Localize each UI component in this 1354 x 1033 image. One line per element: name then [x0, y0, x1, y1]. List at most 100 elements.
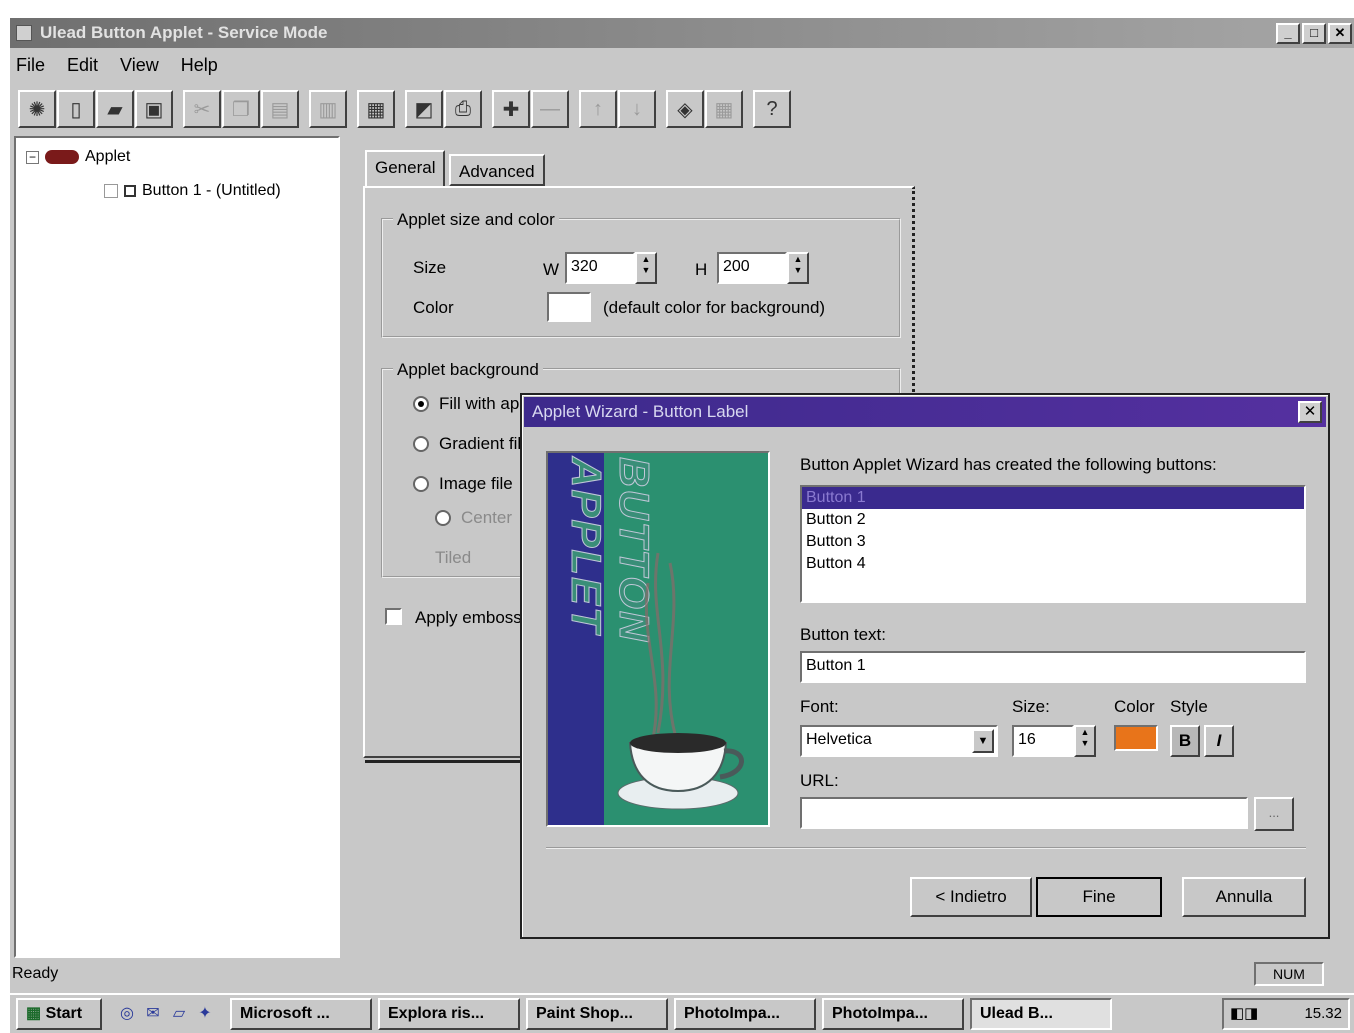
width-input[interactable]: 320 [565, 252, 635, 284]
font-select[interactable]: Helvetica ▼ [800, 725, 998, 757]
windows-logo-icon: ▦ [26, 1005, 42, 1022]
h-label: H [695, 260, 708, 279]
remove-button-icon[interactable]: — [531, 90, 569, 128]
menu-help[interactable]: Help [181, 55, 218, 76]
close-button[interactable]: ✕ [1328, 23, 1352, 44]
tree-label-applet: Applet [85, 148, 131, 165]
channel-icon[interactable]: ✦ [194, 1003, 216, 1025]
applet-tree[interactable]: − Applet Button 1 - (Untitled) [14, 136, 340, 958]
toolbar-group: ✺ ▯ ▰ ▣ [18, 90, 173, 128]
collapse-icon[interactable]: − [26, 150, 39, 164]
height-spinner[interactable]: ▲ ▼ [787, 252, 809, 284]
minimize-button[interactable]: _ [1276, 23, 1300, 44]
cut-icon[interactable]: ✂ [183, 90, 221, 128]
preview-icon[interactable]: ◩ [405, 90, 443, 128]
size-input[interactable]: 16 [1012, 725, 1074, 757]
tab-advanced[interactable]: Advanced [449, 154, 545, 186]
wizard-icon[interactable]: ◈ [666, 90, 704, 128]
move-up-icon[interactable]: ↑ [579, 90, 617, 128]
task-list: Microsoft ... Explora ris... Paint Shop...… [230, 998, 1112, 1030]
applet-icon [45, 150, 79, 164]
color-hint: (default color for background) [603, 298, 826, 317]
bold-toggle[interactable]: B [1170, 725, 1200, 757]
copy-icon[interactable]: ❐ [222, 90, 260, 128]
tree-node-button1[interactable]: Button 1 - (Untitled) [104, 182, 281, 200]
size-color-group-label: Applet size and color [393, 210, 559, 230]
taskbar-task[interactable]: Microsoft ... [230, 998, 372, 1030]
font-label: Font: [800, 697, 839, 716]
toolbar-group: ◩ ⎙ [405, 90, 482, 128]
list-item[interactable]: Button 1 [802, 487, 1304, 509]
wizard-banner-image: BUTTON APPLET [546, 451, 770, 827]
maximize-button[interactable]: □ [1302, 23, 1326, 44]
list-item[interactable]: Button 3 [802, 531, 1304, 553]
taskbar-task[interactable]: Ulead B... [970, 998, 1112, 1030]
menu-file[interactable]: File [16, 55, 45, 76]
desktop-icon[interactable]: ▱ [168, 1003, 190, 1025]
wizard-intro: Button Applet Wizard has created the fol… [800, 455, 1217, 474]
tray-icons: ◧◨ [1230, 1005, 1259, 1022]
delete-icon[interactable]: ▥ [309, 90, 347, 128]
color-swatch-button[interactable] [1114, 725, 1158, 751]
print-icon[interactable]: ⎙ [444, 90, 482, 128]
button-text-input[interactable]: Button 1 [800, 651, 1306, 683]
radio-image-label: Image file [439, 474, 513, 493]
list-item[interactable]: Button 4 [802, 553, 1304, 575]
width-spinner[interactable]: ▲ ▼ [635, 252, 657, 284]
save-icon[interactable]: ▣ [135, 90, 173, 128]
tree-node-applet[interactable]: − Applet [26, 148, 130, 166]
size-spinner[interactable]: ▲ ▼ [1074, 725, 1096, 757]
list-item[interactable]: Button 2 [802, 509, 1304, 531]
properties-icon[interactable]: ▦ [357, 90, 395, 128]
toolbar-group: ? [753, 90, 791, 128]
taskbar-task[interactable]: PhotoImpa... [822, 998, 964, 1030]
paste-icon[interactable]: ▤ [261, 90, 299, 128]
open-icon[interactable]: ▰ [96, 90, 134, 128]
browser-icon[interactable]: ◎ [116, 1003, 138, 1025]
toolbar-group: ▦ [357, 90, 395, 128]
radio-gradient[interactable] [413, 436, 429, 452]
chevron-down-icon[interactable]: ▼ [972, 729, 994, 753]
ant-icon[interactable]: ✺ [18, 90, 56, 128]
radio-center[interactable] [435, 510, 451, 526]
cancel-button[interactable]: Annulla [1182, 877, 1306, 917]
radio-center-label: Center [461, 508, 513, 527]
color-label: Color [413, 298, 454, 317]
menu-view[interactable]: View [120, 55, 159, 76]
italic-toggle[interactable]: I [1204, 725, 1234, 757]
wizard-title-bar[interactable]: Applet Wizard - Button Label ✕ [524, 397, 1326, 427]
toolbar-group: ✚ — [492, 90, 569, 128]
add-button-icon[interactable]: ✚ [492, 90, 530, 128]
move-down-icon[interactable]: ↓ [618, 90, 656, 128]
browse-url-button[interactable]: ... [1254, 797, 1294, 831]
quick-launch: ◎ ✉ ▱ ✦ [108, 1003, 224, 1025]
wizard-separator [546, 847, 1306, 849]
grid-icon[interactable]: ▦ [705, 90, 743, 128]
emboss-checkbox[interactable] [385, 608, 402, 625]
button-list[interactable]: Button 1 Button 2 Button 3 Button 4 [800, 485, 1306, 603]
taskbar-task[interactable]: Explora ris... [378, 998, 520, 1030]
start-button[interactable]: ▦ Start [16, 998, 102, 1030]
taskbar-task[interactable]: Paint Shop... [526, 998, 668, 1030]
radio-image[interactable] [413, 476, 429, 492]
radio-fill[interactable] [413, 396, 429, 412]
title-bar[interactable]: Ulead Button Applet - Service Mode _ □ ✕ [10, 18, 1354, 48]
color-swatch[interactable] [547, 292, 591, 322]
wizard-close-button[interactable]: ✕ [1298, 401, 1322, 423]
taskbar-task[interactable]: PhotoImpa... [674, 998, 816, 1030]
toolbar: ✺ ▯ ▰ ▣ ✂ ❐ ▤ ▥ ▦ ◩ ⎙ ✚ — ↑ ↓ ◈ ▦? [10, 84, 1354, 134]
coffee-cup-icon [617, 552, 744, 810]
help-icon[interactable]: ? [753, 90, 791, 128]
mail-icon[interactable]: ✉ [142, 1003, 164, 1025]
button-text-label: Button text: [800, 625, 886, 644]
tree-label-button1: Button 1 - (Untitled) [142, 182, 281, 199]
back-button[interactable]: < Indietro [910, 877, 1032, 917]
menu-edit[interactable]: Edit [67, 55, 98, 76]
finish-button[interactable]: Fine [1036, 877, 1162, 917]
style-label: Style [1170, 697, 1208, 716]
url-input[interactable] [800, 797, 1248, 829]
wizard-title: Applet Wizard - Button Label [532, 402, 749, 421]
height-input[interactable]: 200 [717, 252, 787, 284]
tab-general[interactable]: General [365, 150, 446, 186]
new-icon[interactable]: ▯ [57, 90, 95, 128]
